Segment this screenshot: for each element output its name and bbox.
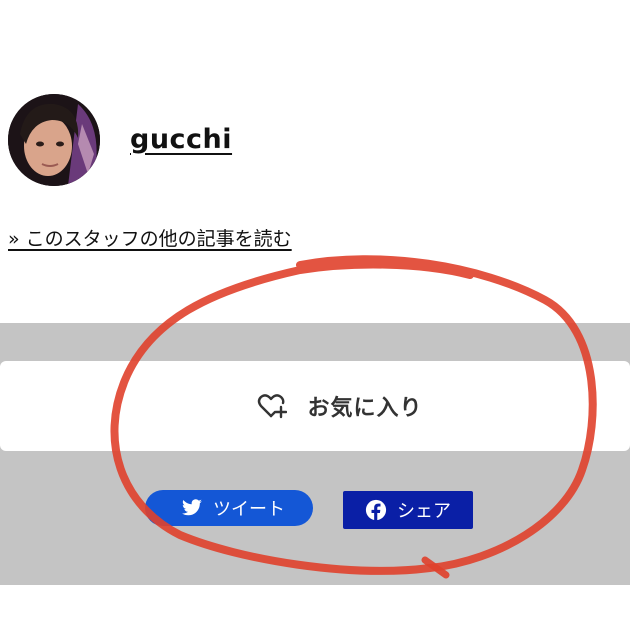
favorite-button[interactable]: お気に入り <box>0 361 630 451</box>
avatar-photo <box>8 94 100 186</box>
tweet-button[interactable]: ツイート <box>145 490 313 526</box>
twitter-bird-icon <box>182 499 202 516</box>
avatar[interactable] <box>8 94 100 186</box>
facebook-share-label: シェア <box>397 501 451 522</box>
author-name-link[interactable]: gucchi <box>130 124 232 155</box>
heart-plus-icon <box>258 394 288 419</box>
more-articles-link[interactable]: » このスタッフの他の記事を読む <box>8 224 292 251</box>
author-block: gucchi <box>8 94 232 186</box>
tweet-label: ツイート <box>213 499 285 520</box>
facebook-share-button[interactable]: シェア <box>343 491 473 529</box>
facebook-icon <box>365 499 387 521</box>
favorite-label: お気に入り <box>307 396 423 421</box>
